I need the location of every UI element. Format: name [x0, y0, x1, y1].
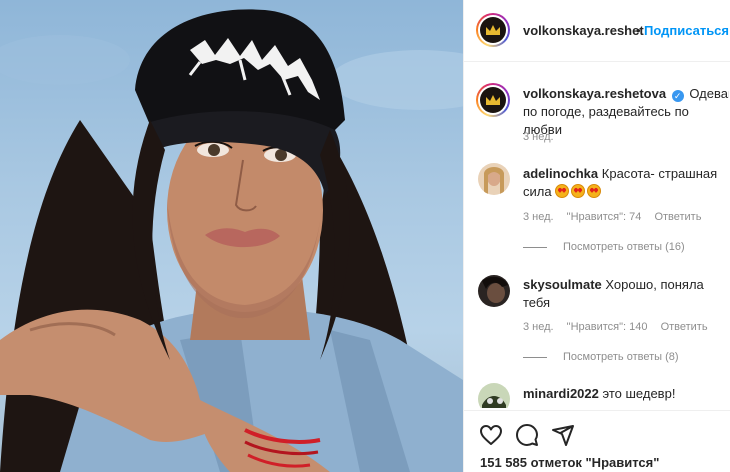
comment-icon[interactable]	[515, 423, 539, 447]
post-details-pane: volkonskaya.reshet • Подписаться volkons…	[463, 0, 730, 472]
comment-meta: 3 нед. "Нравится": 140 Ответить	[523, 321, 718, 333]
caption-time[interactable]: 3 нед.	[523, 131, 554, 143]
comment-username[interactable]: skysoulmate	[523, 277, 602, 292]
crown-icon	[486, 95, 500, 105]
separator-dot: •	[636, 23, 641, 38]
view-replies-label: Посмотреть ответы (16)	[563, 241, 685, 253]
caption-username[interactable]: volkonskaya.reshetova	[523, 86, 666, 101]
comments-list[interactable]: volkonskaya.reshetova ✓ Одевайтесь по по…	[464, 63, 730, 408]
share-icon[interactable]	[551, 423, 575, 447]
commenter-avatar[interactable]	[478, 163, 510, 195]
replies-divider	[523, 356, 547, 358]
portrait-illustration	[0, 9, 463, 472]
verified-badge-icon: ✓	[671, 90, 684, 102]
heart-eyes-emoji-icon	[571, 184, 586, 198]
heart-icon[interactable]	[479, 423, 503, 447]
comment-text: adelinochka Красота- страшная сила	[523, 165, 723, 201]
heart-eyes-emoji-icon	[555, 184, 570, 198]
author-username[interactable]: volkonskaya.reshet	[523, 23, 644, 38]
comment-likes[interactable]: "Нравится": 140	[567, 321, 648, 333]
commenter-avatar[interactable]	[478, 383, 510, 408]
author-avatar[interactable]	[476, 13, 510, 47]
view-replies-button[interactable]: Посмотреть ответы (8)	[523, 351, 679, 363]
post-header: volkonskaya.reshet • Подписаться	[464, 0, 730, 62]
heart-eyes-emoji-icon	[587, 184, 602, 198]
commenter-avatar[interactable]	[478, 275, 510, 307]
caption-avatar[interactable]	[476, 83, 510, 117]
view-replies-button[interactable]: Посмотреть ответы (16)	[523, 241, 685, 253]
caption-meta: 3 нед.	[523, 131, 564, 143]
avatar-photo	[478, 163, 510, 195]
follow-button[interactable]: Подписаться	[644, 23, 729, 38]
post-actions-bar: 151 585 отметок "Нравится"	[464, 410, 730, 472]
avatar-photo	[478, 275, 510, 307]
comment-body: это шедевр!	[602, 386, 676, 401]
likes-count[interactable]: 151 585 отметок "Нравится"	[480, 455, 659, 470]
comment-username[interactable]: minardi2022	[523, 386, 599, 401]
crown-icon	[486, 25, 500, 35]
comment-text: minardi2022 это шедевр!	[523, 385, 723, 403]
replies-divider	[523, 246, 547, 248]
comment-time[interactable]: 3 нед.	[523, 211, 554, 223]
post-photo[interactable]	[0, 0, 463, 472]
view-replies-label: Посмотреть ответы (8)	[563, 351, 679, 363]
comment-time[interactable]: 3 нед.	[523, 321, 554, 333]
avatar-photo	[478, 383, 510, 408]
reply-button[interactable]: Ответить	[661, 321, 708, 333]
comment-text: skysoulmate Хорошо, поняла тебя	[523, 276, 723, 312]
comment-meta: 3 нед. "Нравится": 74 Ответить	[523, 211, 711, 223]
reply-button[interactable]: Ответить	[654, 211, 701, 223]
comment-username[interactable]: adelinochka	[523, 166, 598, 181]
comment-likes[interactable]: "Нравится": 74	[567, 211, 642, 223]
